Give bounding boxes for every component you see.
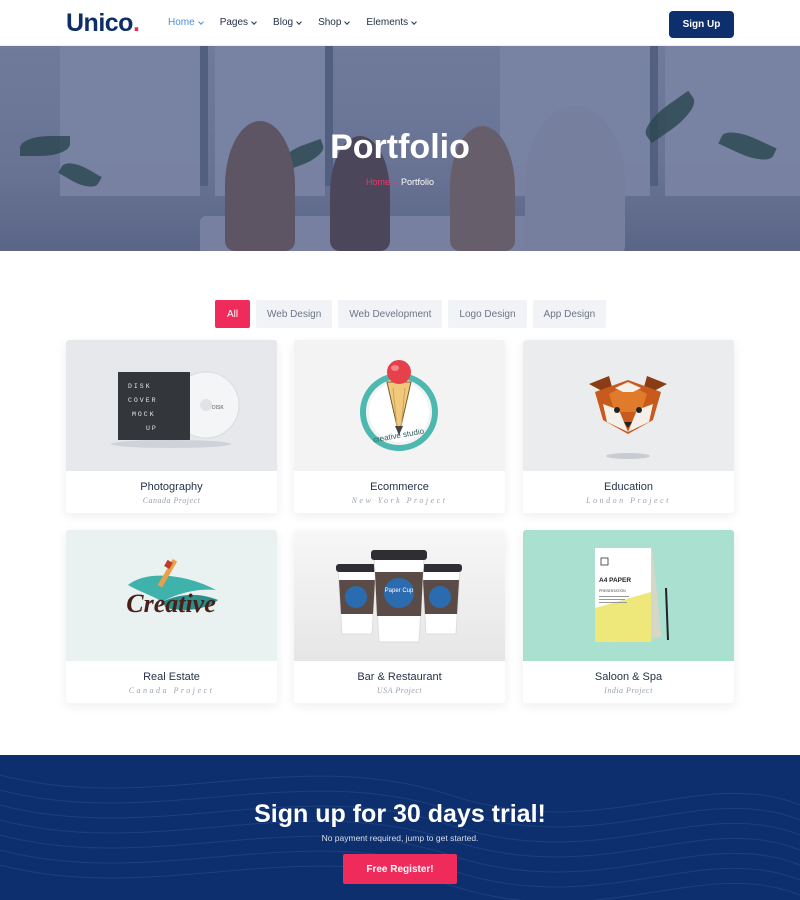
signup-cta-section: Sign up for 30 days trial! No payment re… bbox=[0, 755, 800, 900]
portfolio-filter-bar: All Web Design Web Development Logo Desi… bbox=[215, 300, 612, 328]
svg-text:PRESENTATION: PRESENTATION bbox=[599, 589, 626, 593]
red-panda-logo-image bbox=[589, 376, 667, 459]
card-subtitle: London Project bbox=[586, 496, 671, 505]
cta-subtitle: No payment required, jump to get started… bbox=[321, 833, 479, 843]
svg-text:MOCK: MOCK bbox=[132, 411, 156, 418]
svg-text:COVER: COVER bbox=[128, 397, 158, 404]
nav-item-label: Home bbox=[168, 17, 195, 28]
chevron-down-icon bbox=[296, 18, 302, 25]
card-title: Ecommerce bbox=[370, 481, 429, 493]
double-chevron-right-icon: » bbox=[392, 177, 398, 187]
filter-all[interactable]: All bbox=[215, 300, 250, 328]
portfolio-card[interactable]: Creative Real Estate Canada Project bbox=[66, 530, 277, 703]
nav-item-label: Shop bbox=[318, 17, 342, 28]
filter-app-design[interactable]: App Design bbox=[532, 300, 607, 328]
chevron-down-icon bbox=[411, 18, 417, 25]
card-thumbnail: Creative bbox=[66, 530, 277, 661]
logo-dot: . bbox=[132, 9, 140, 37]
card-thumbnail: DISK DISK COVER MOCK UP bbox=[66, 340, 277, 471]
nav-item-home[interactable]: Home bbox=[168, 17, 204, 28]
logo-text: Unico bbox=[66, 9, 133, 37]
portfolio-card[interactable]: creative studio Ecommerce New York Proje… bbox=[294, 340, 505, 513]
filter-web-development[interactable]: Web Development bbox=[338, 300, 443, 328]
nav-item-pages[interactable]: Pages bbox=[219, 17, 257, 28]
site-header: Unico. Home Pages Blog Shop Elements Sig… bbox=[0, 0, 800, 46]
breadcrumb: Home» Portfolio bbox=[0, 177, 800, 187]
nav-item-blog[interactable]: Blog bbox=[273, 17, 302, 28]
card-thumbnail: Paper Cup bbox=[294, 530, 505, 661]
card-subtitle: Canada Project bbox=[128, 686, 215, 695]
filter-web-design[interactable]: Web Design bbox=[256, 300, 333, 328]
free-register-button[interactable]: Free Register! bbox=[343, 854, 457, 884]
chevron-down-icon bbox=[344, 18, 351, 25]
card-subtitle: USA Project bbox=[376, 686, 423, 695]
card-thumbnail bbox=[523, 340, 734, 471]
portfolio-card[interactable]: A4 PAPER PRESENTATION Saloon & Spa India… bbox=[523, 530, 734, 703]
card-subtitle: India Project bbox=[604, 686, 653, 695]
page-title: Portfolio bbox=[330, 128, 470, 166]
cta-title: Sign up for 30 days trial! bbox=[254, 800, 546, 828]
site-logo[interactable]: Unico. bbox=[66, 9, 140, 38]
svg-text:DISK: DISK bbox=[212, 405, 224, 411]
breadcrumb-home-link[interactable]: Home bbox=[366, 177, 390, 187]
card-subtitle: Canada Project bbox=[142, 496, 201, 505]
svg-text:Paper Cup: Paper Cup bbox=[385, 588, 414, 594]
nav-item-elements[interactable]: Elements bbox=[366, 17, 417, 28]
paper-cups-image: Paper Cup bbox=[336, 550, 462, 643]
svg-text:UP: UP bbox=[146, 425, 158, 432]
nav-item-label: Blog bbox=[273, 17, 294, 28]
nav-item-label: Pages bbox=[219, 17, 249, 28]
card-title: Bar & Restaurant bbox=[357, 671, 442, 683]
filter-logo-design[interactable]: Logo Design bbox=[448, 300, 527, 328]
page-hero: Portfolio Home» Portfolio bbox=[0, 46, 800, 251]
card-title: Real Estate bbox=[143, 671, 200, 683]
creative-brush-logo-image: Creative bbox=[126, 559, 218, 618]
signup-button[interactable]: Sign Up bbox=[669, 11, 734, 38]
card-thumbnail: A4 PAPER PRESENTATION bbox=[523, 530, 734, 661]
card-title: Saloon & Spa bbox=[594, 671, 663, 683]
a4-paper-mockup-image: A4 PAPER PRESENTATION bbox=[595, 547, 669, 643]
portfolio-card[interactable]: DISK DISK COVER MOCK UP Photography Cana… bbox=[66, 340, 277, 513]
card-subtitle: New York Project bbox=[351, 496, 448, 505]
chevron-down-icon bbox=[251, 18, 257, 25]
svg-text:DISK: DISK bbox=[128, 383, 152, 390]
chevron-down-icon bbox=[197, 18, 204, 25]
main-nav: Home Pages Blog Shop Elements bbox=[168, 17, 433, 28]
nav-item-shop[interactable]: Shop bbox=[318, 17, 351, 28]
card-thumbnail: creative studio bbox=[294, 340, 505, 471]
nav-item-label: Elements bbox=[366, 17, 409, 28]
creative-studio-logo-image: creative studio bbox=[360, 360, 438, 451]
svg-text:A4 PAPER: A4 PAPER bbox=[599, 577, 631, 584]
card-title: Education bbox=[604, 481, 653, 493]
portfolio-card[interactable]: Paper Cup Bar & Restaurant USA Project bbox=[294, 530, 505, 703]
svg-text:Creative: Creative bbox=[126, 589, 216, 618]
breadcrumb-current: Portfolio bbox=[401, 177, 435, 187]
portfolio-card[interactable]: Education London Project bbox=[523, 340, 734, 513]
disk-cover-mockup-image: DISK DISK COVER MOCK UP bbox=[111, 371, 240, 448]
card-title: Photography bbox=[140, 481, 203, 493]
